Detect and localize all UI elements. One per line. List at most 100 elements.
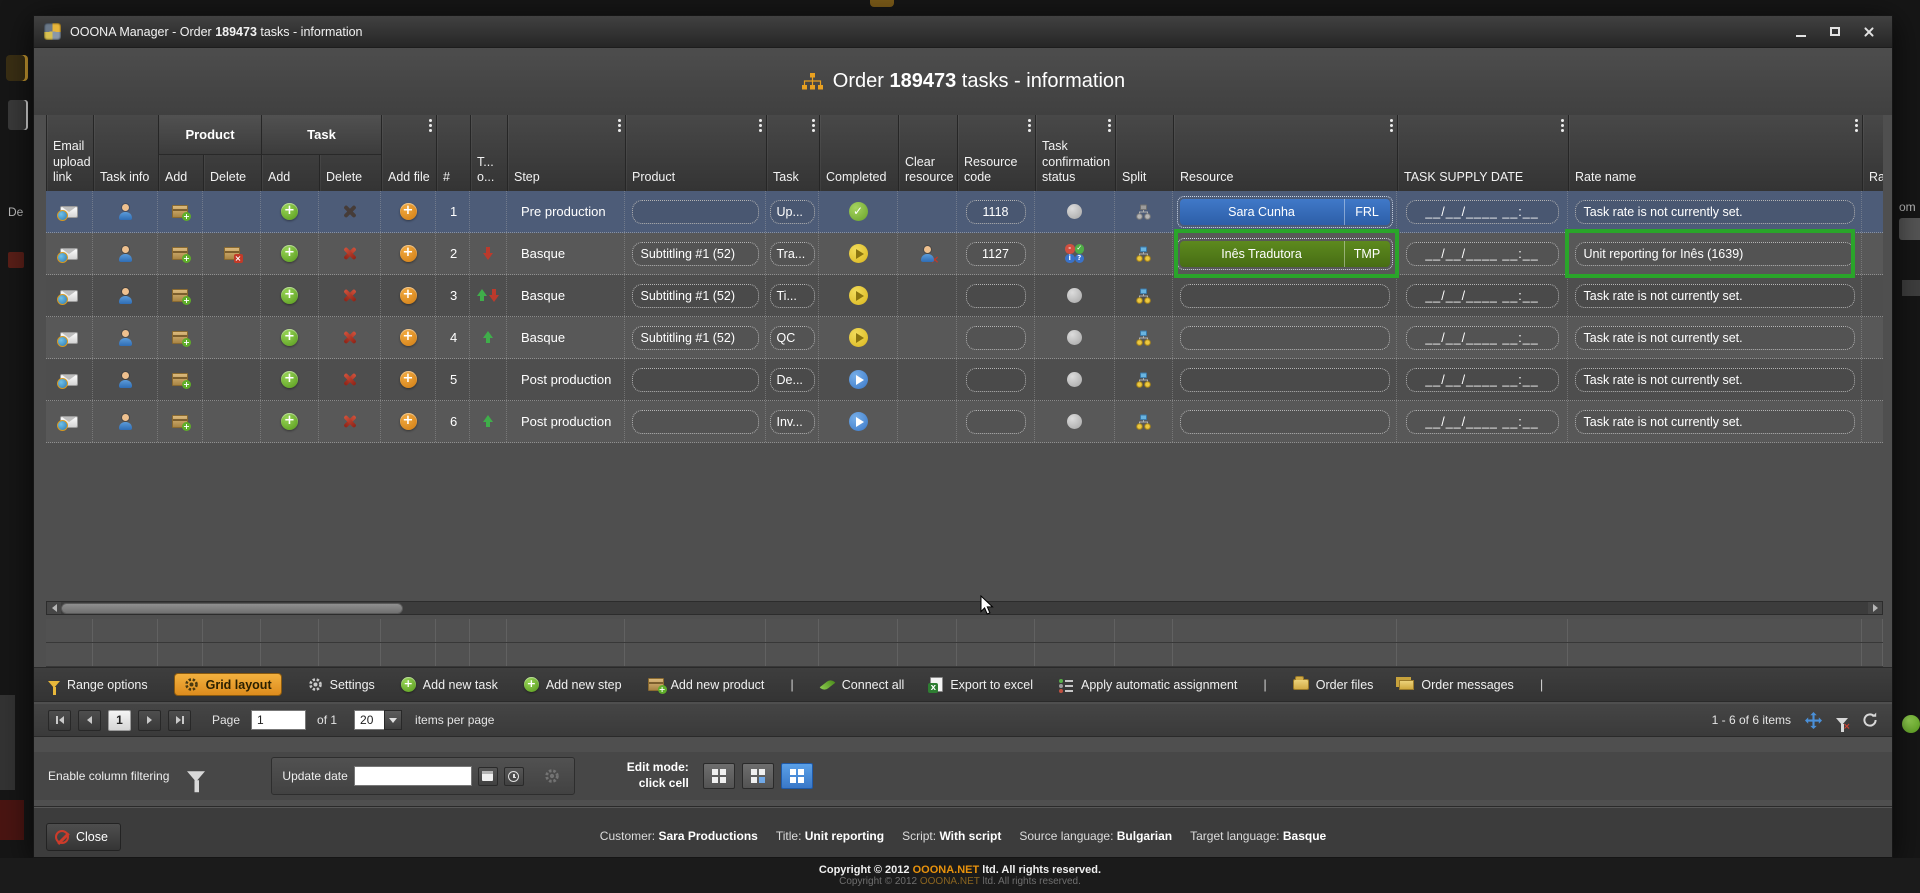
email-upload-icon[interactable] (60, 332, 78, 344)
column-header-rate-partial[interactable]: Rat (1862, 115, 1883, 191)
column-header-email-upload-link[interactable]: Email upload link (46, 115, 93, 191)
cell-resource-empty[interactable] (1180, 326, 1390, 350)
cell-product[interactable]: Subtitling #1 (52) (632, 284, 759, 308)
cell-step[interactable]: Post production (507, 359, 625, 400)
horizontal-scrollbar[interactable] (46, 601, 1883, 615)
add-file-icon[interactable] (400, 413, 417, 430)
product-add-icon[interactable] (172, 373, 188, 386)
table-row-4[interactable]: 4 Basque Subtitling #1 (52) QC __/__/___… (46, 317, 1883, 359)
task-add-icon[interactable] (281, 371, 298, 388)
completed-in-progress-icon[interactable] (849, 286, 868, 305)
email-upload-icon[interactable] (60, 248, 78, 260)
email-upload-icon[interactable] (60, 206, 78, 218)
cell-product[interactable] (632, 410, 759, 434)
cell-resource-empty[interactable] (1180, 410, 1390, 434)
cell-resource-code[interactable] (966, 410, 1026, 434)
close-window-button[interactable] (1862, 25, 1876, 39)
cell-rate-name[interactable]: Task rate is not currently set. (1575, 284, 1855, 308)
cell-step[interactable]: Pre production (507, 191, 625, 232)
grid-layout-button[interactable]: Grid layout (174, 673, 282, 696)
split-icon[interactable] (1135, 246, 1152, 262)
add-file-icon[interactable] (400, 287, 417, 304)
last-page-button[interactable] (168, 710, 191, 731)
move-down-icon[interactable] (489, 289, 500, 302)
cell-rate-name[interactable]: Task rate is not currently set. (1575, 326, 1855, 350)
confirmation-status-icon[interactable] (1067, 414, 1082, 429)
view-mode-edit-button[interactable] (742, 763, 774, 789)
task-info-icon[interactable] (118, 288, 133, 304)
refresh-icon[interactable] (1862, 712, 1878, 728)
cell-rate-name[interactable]: Unit reporting for Inês (1639) (1575, 242, 1855, 266)
task-delete-icon[interactable] (342, 372, 357, 387)
column-menu-icon[interactable] (759, 119, 762, 132)
task-delete-icon[interactable] (342, 330, 357, 345)
column-header-task-confirmation-status[interactable]: Task confirmation status (1035, 115, 1115, 191)
cell-task-supply-date[interactable]: __/__/____ __:__ (1406, 326, 1559, 350)
completed-in-progress-icon[interactable] (849, 244, 868, 263)
page-size-select[interactable]: 20 (354, 710, 402, 730)
cell-step[interactable]: Basque (507, 317, 625, 358)
column-header-step[interactable]: Step (507, 115, 625, 191)
clear-resource-icon[interactable] (920, 246, 935, 262)
task-info-icon[interactable] (118, 414, 133, 430)
view-mode-grid-button[interactable] (703, 763, 735, 789)
product-add-icon[interactable] (172, 415, 188, 428)
completed-done-icon[interactable] (849, 202, 868, 221)
cell-product[interactable] (632, 368, 759, 392)
completed-not-started-icon[interactable] (849, 370, 868, 389)
scroll-right-button[interactable] (1868, 602, 1882, 614)
window-titlebar[interactable]: OOONA Manager - Order 189473 tasks - inf… (34, 16, 1892, 48)
task-info-icon[interactable] (118, 330, 133, 346)
clock-button[interactable] (504, 767, 524, 786)
cell-task-supply-date[interactable]: __/__/____ __:__ (1406, 410, 1559, 434)
task-add-icon[interactable] (281, 245, 298, 262)
column-header-product[interactable]: Product (625, 115, 766, 191)
cell-resource-code[interactable]: 1127 (966, 242, 1026, 266)
product-add-icon[interactable] (172, 289, 188, 302)
confirmation-status-icon[interactable] (1067, 288, 1082, 303)
cell-resource-empty[interactable] (1180, 368, 1390, 392)
add-new-product-button[interactable]: Add new product (648, 678, 765, 692)
task-delete-icon[interactable] (342, 288, 357, 303)
email-upload-icon[interactable] (60, 416, 78, 428)
cell-rate-name[interactable]: Task rate is not currently set. (1575, 200, 1855, 224)
cell-rate-name[interactable]: Task rate is not currently set. (1575, 368, 1855, 392)
column-menu-icon[interactable] (1561, 119, 1564, 132)
apply-update-date-button[interactable] (540, 765, 564, 787)
cell-task-supply-date[interactable]: __/__/____ __:__ (1406, 242, 1559, 266)
email-upload-icon[interactable] (60, 374, 78, 386)
task-info-icon[interactable] (118, 372, 133, 388)
scrollbar-thumb[interactable] (61, 603, 403, 614)
first-page-button[interactable] (48, 710, 71, 731)
task-info-icon[interactable] (118, 246, 133, 262)
column-header-task-order[interactable]: T... o... (470, 115, 507, 191)
column-header-add-file[interactable]: Add file (381, 115, 436, 191)
connect-all-button[interactable]: Connect all (820, 678, 905, 692)
cell-step[interactable]: Basque (507, 233, 625, 274)
resource-pill[interactable]: Inês TradutoraTMP (1180, 241, 1390, 267)
column-header-task-supply-date[interactable]: TASK SUPPLY DATE (1397, 115, 1568, 191)
cell-task-supply-date[interactable]: __/__/____ __:__ (1406, 200, 1559, 224)
apply-automatic-assignment-button[interactable]: Apply automatic assignment (1059, 678, 1237, 692)
cell-step[interactable]: Post production (507, 401, 625, 442)
product-add-icon[interactable] (172, 247, 188, 260)
cell-task[interactable]: Tra... (770, 242, 815, 266)
confirmation-status-icon[interactable] (1067, 204, 1082, 219)
resource-pill[interactable]: Sara CunhaFRL (1180, 199, 1390, 225)
calendar-button[interactable] (478, 767, 498, 786)
table-row-5[interactable]: 5 Post production De... __/__/____ __:__… (46, 359, 1883, 401)
current-page-button[interactable]: 1 (108, 710, 131, 731)
cell-resource-code[interactable]: 1118 (966, 200, 1026, 224)
cell-resource-code[interactable] (966, 368, 1026, 392)
split-icon[interactable] (1135, 414, 1152, 430)
column-header-task[interactable]: Task (766, 115, 819, 191)
column-menu-icon[interactable] (618, 119, 621, 132)
add-new-step-button[interactable]: Add new step (524, 677, 622, 692)
clear-filter-icon[interactable] (1836, 718, 1848, 725)
table-row-6[interactable]: 6 Post production Inv... __/__/____ __:_… (46, 401, 1883, 443)
cell-rate-name[interactable]: Task rate is not currently set. (1575, 410, 1855, 434)
product-add-icon[interactable] (172, 331, 188, 344)
brand-link[interactable]: OOONA.NET (913, 864, 980, 876)
add-file-icon[interactable] (400, 203, 417, 220)
order-messages-button[interactable]: Order messages (1399, 678, 1513, 692)
